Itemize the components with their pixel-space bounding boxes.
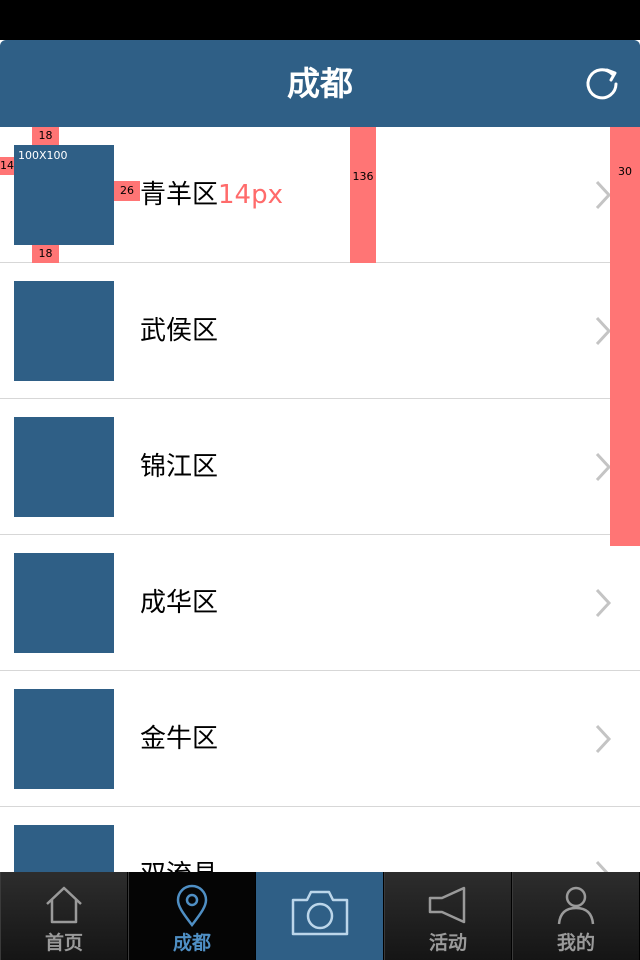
tab-activities[interactable]: 活动 xyxy=(384,872,512,960)
list-item[interactable]: 成华区 xyxy=(0,535,640,671)
status-bar xyxy=(0,0,640,40)
district-list: 青羊区14px 武侯区 锦江区 成华区 金牛区 双流县 xyxy=(0,127,640,872)
tab-bar: 首页 成都 活动 我的 xyxy=(0,872,640,960)
tab-mine-label: 我的 xyxy=(556,932,595,954)
annotation-thumb-size: 100X100 xyxy=(18,149,68,162)
refresh-icon[interactable] xyxy=(582,64,622,104)
list-item-label: 双流县 xyxy=(140,807,218,872)
annotation-top-gap: 18 xyxy=(32,127,59,145)
font-size-annotation: 14px xyxy=(218,180,283,210)
list-item[interactable]: 金牛区 xyxy=(0,671,640,807)
user-icon xyxy=(557,886,595,925)
list-item-label: 武侯区 xyxy=(140,316,219,346)
list-item[interactable]: 双流县 xyxy=(0,807,640,872)
camera-icon xyxy=(291,890,349,936)
navigation-bar: 成都 xyxy=(0,40,640,127)
chevron-right-icon xyxy=(595,724,612,754)
tab-camera[interactable] xyxy=(256,872,384,960)
tab-home[interactable]: 首页 xyxy=(0,872,128,960)
list-item[interactable]: 锦江区 xyxy=(0,399,640,535)
list-item[interactable]: 青羊区14px xyxy=(0,127,640,263)
tab-chengdu[interactable]: 成都 xyxy=(128,872,256,960)
list-item-label: 青羊区 xyxy=(140,180,219,210)
chevron-right-icon xyxy=(595,588,612,618)
tab-activities-label: 活动 xyxy=(428,932,467,954)
page-title: 成都 xyxy=(287,64,353,103)
annotation-row-height: 136 xyxy=(350,127,376,263)
tab-chengdu-label: 成都 xyxy=(172,932,211,954)
home-icon xyxy=(46,886,82,924)
location-pin-icon xyxy=(176,884,208,928)
list-item-label: 锦江区 xyxy=(140,452,219,482)
annotation-left-gap: 14 xyxy=(0,157,14,175)
thumbnail xyxy=(14,281,114,381)
thumbnail xyxy=(14,553,114,653)
annotation-right-gap: 30 xyxy=(610,127,640,546)
thumbnail xyxy=(14,689,114,789)
thumbnail xyxy=(14,825,114,872)
annotation-label-gap: 26 xyxy=(114,181,140,201)
list-item-label: 金牛区 xyxy=(140,724,219,754)
list-item[interactable]: 武侯区 xyxy=(0,263,640,399)
app-screen: 成都 青羊区14px 武侯区 锦江区 成华区 金牛区 18 18 14 100X… xyxy=(0,40,640,960)
list-item-label: 成华区 xyxy=(140,588,219,618)
megaphone-icon xyxy=(428,886,466,924)
chevron-right-icon xyxy=(595,860,609,872)
annotation-bottom-gap: 18 xyxy=(32,245,59,263)
thumbnail xyxy=(14,417,114,517)
tab-mine[interactable]: 我的 xyxy=(512,872,640,960)
tab-home-label: 首页 xyxy=(44,932,83,954)
